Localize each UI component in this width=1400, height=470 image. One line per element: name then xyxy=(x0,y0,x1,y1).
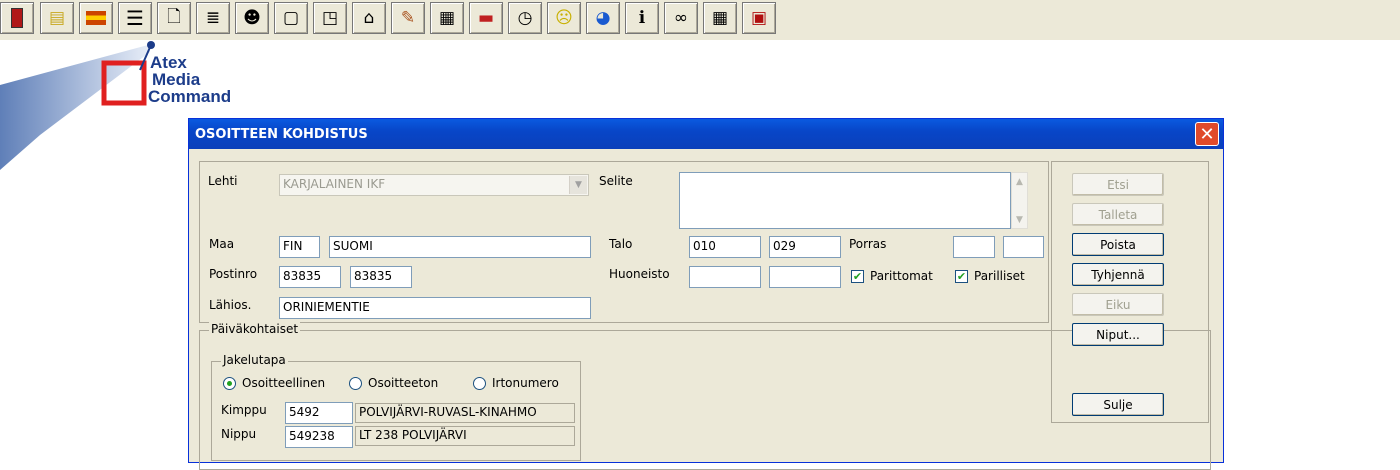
porras-label: Porras xyxy=(849,237,887,251)
lahios-input[interactable]: ORINIEMENTIE xyxy=(279,297,591,319)
toolbar: ▤ ☰ 🗋 ≣ ☻ ▢ ◳ ⌂ ✎ ▦ ▬ ◷ ☹ ◕ ℹ ∞ ▦ ▣ xyxy=(0,0,1400,40)
huoneisto-label: Huoneisto xyxy=(609,267,670,281)
pen-tool-icon[interactable]: ✎ xyxy=(391,2,425,34)
flag-icon[interactable] xyxy=(79,2,113,34)
info-icon[interactable]: ℹ xyxy=(625,2,659,34)
talo-from-input[interactable]: 010 xyxy=(689,236,761,258)
maa-code-input[interactable]: FIN xyxy=(279,236,320,258)
osoitteellinen-radio[interactable] xyxy=(223,377,236,390)
lehti-select[interactable]: KARJALAINEN IKF ▼ xyxy=(279,174,589,196)
kimppu-code-input[interactable]: 5492 xyxy=(285,402,353,424)
selite-scrollbar[interactable]: ▲ ▼ xyxy=(1011,172,1028,229)
talleta-button[interactable]: Talleta xyxy=(1072,203,1164,226)
nippu-label: Nippu xyxy=(221,427,257,441)
talo-to-input[interactable]: 029 xyxy=(769,236,841,258)
postinro-label: Postinro xyxy=(209,267,258,281)
address-dialog: OSOITTEEN KOHDISTUS ✕ Lehti KARJALAINEN … xyxy=(188,118,1224,470)
talo-label: Talo xyxy=(609,237,633,251)
tyhjenna-button[interactable]: Tyhjennä xyxy=(1072,263,1164,286)
osoitteeton-radio[interactable] xyxy=(349,377,362,390)
osoitteeton-label: Osoitteeton xyxy=(368,376,439,390)
logo-text-atex: Atex xyxy=(150,53,187,72)
logo-text-command: Command xyxy=(148,87,232,106)
selite-textarea[interactable] xyxy=(679,172,1011,229)
sad-face-icon[interactable]: ☹ xyxy=(547,2,581,34)
calculator-icon[interactable]: ▦ xyxy=(430,2,464,34)
exit-icon[interactable] xyxy=(0,2,34,34)
page-corner-icon[interactable]: ◳ xyxy=(313,2,347,34)
lahios-label: Lähios. xyxy=(209,298,252,312)
parittomat-checkbox[interactable]: ✔ xyxy=(851,270,864,283)
maa-name-input[interactable]: SUOMI xyxy=(329,236,591,258)
parilliset-checkbox[interactable]: ✔ xyxy=(955,270,968,283)
kimppu-label: Kimppu xyxy=(221,403,267,417)
buttons-panel xyxy=(1051,161,1209,423)
postinro-to-input[interactable]: 83835 xyxy=(350,266,412,288)
porras-to-input[interactable] xyxy=(1003,236,1044,258)
paivakohtaiset-legend: Päiväkohtaiset xyxy=(209,322,301,336)
irtonumero-radio[interactable] xyxy=(473,377,486,390)
niput-button[interactable]: Niput... xyxy=(1072,323,1164,346)
jakelutapa-legend: Jakelutapa xyxy=(221,353,288,367)
postinro-from-input[interactable]: 83835 xyxy=(279,266,341,288)
chevron-down-icon[interactable]: ▼ xyxy=(569,176,587,194)
maa-label: Maa xyxy=(209,237,235,251)
poista-button[interactable]: Poista xyxy=(1072,233,1164,256)
lehti-label: Lehti xyxy=(208,174,238,188)
grid-icon[interactable]: ▦ xyxy=(703,2,737,34)
osoitteellinen-label: Osoitteellinen xyxy=(242,376,326,390)
logo-text-media: Media xyxy=(152,70,201,89)
irtonumero-label: Irtonumero xyxy=(492,376,559,390)
dialog-title: OSOITTEEN KOHDISTUS xyxy=(195,126,368,142)
huoneisto-to-input[interactable] xyxy=(769,266,841,288)
mask-icon[interactable]: ☻ xyxy=(235,2,269,34)
globe-icon[interactable]: ◕ xyxy=(586,2,620,34)
porras-from-input[interactable] xyxy=(953,236,995,258)
binoculars-icon[interactable]: ∞ xyxy=(664,2,698,34)
nippu-name-field: LT 238 POLVIJÄRVI xyxy=(355,426,575,446)
etsi-button[interactable]: Etsi xyxy=(1072,173,1164,196)
document-list-icon[interactable]: ≣ xyxy=(196,2,230,34)
parilliset-label: Parilliset xyxy=(974,269,1025,283)
sulje-button[interactable]: Sulje xyxy=(1072,393,1164,416)
kimppu-name-field: POLVIJÄRVI-RUVASL-KINAHMO xyxy=(355,403,575,423)
dialog-titlebar[interactable]: OSOITTEEN KOHDISTUS ✕ xyxy=(189,119,1223,149)
menu-bars-icon[interactable]: ☰ xyxy=(118,2,152,34)
car-icon[interactable]: ▬ xyxy=(469,2,503,34)
clock-icon[interactable]: ◷ xyxy=(508,2,542,34)
close-icon[interactable]: ✕ xyxy=(1195,122,1219,146)
house-icon[interactable]: ⌂ xyxy=(352,2,386,34)
calendar-icon[interactable]: ▣ xyxy=(742,2,776,34)
scroll-up-icon[interactable]: ▲ xyxy=(1012,173,1027,190)
nippu-code-input[interactable]: 549238 xyxy=(285,426,353,448)
selite-label: Selite xyxy=(599,174,633,188)
scroll-down-icon[interactable]: ▼ xyxy=(1012,211,1027,228)
page-icon[interactable]: 🗋 xyxy=(157,2,191,34)
eiku-button[interactable]: Eiku xyxy=(1072,293,1164,316)
folder-icon[interactable]: ▤ xyxy=(40,2,74,34)
huoneisto-from-input[interactable] xyxy=(689,266,761,288)
blank-page-icon[interactable]: ▢ xyxy=(274,2,308,34)
parittomat-label: Parittomat xyxy=(870,269,933,283)
